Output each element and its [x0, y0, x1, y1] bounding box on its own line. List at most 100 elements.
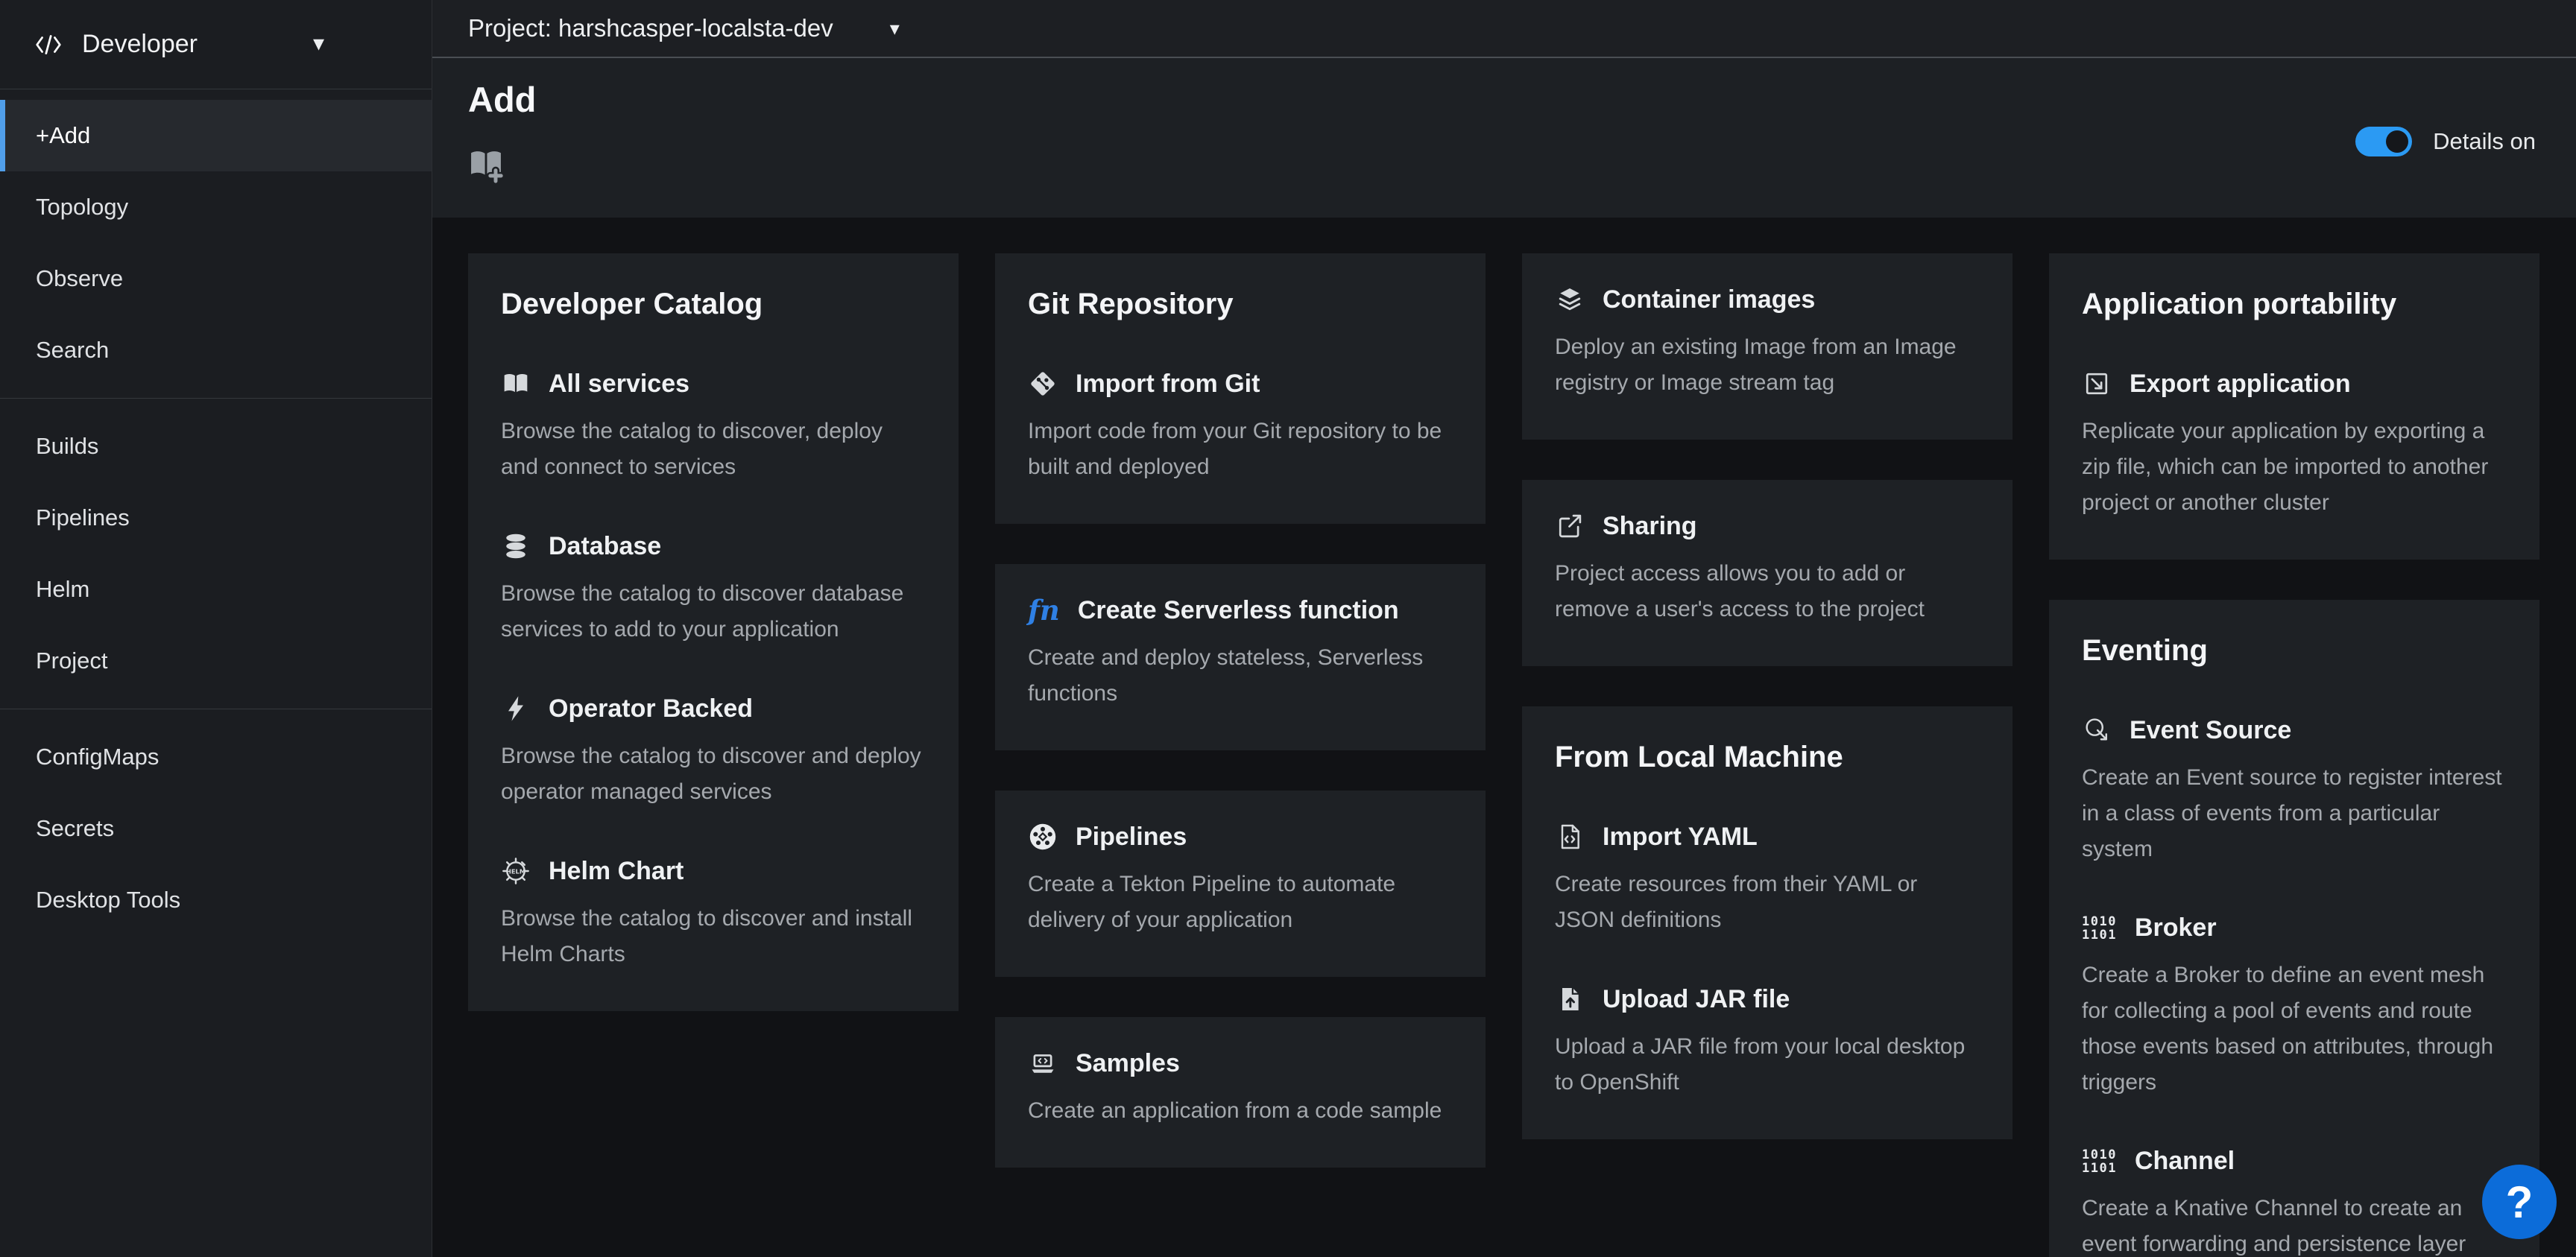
- bolt-icon: [501, 694, 531, 724]
- item-import-yaml[interactable]: Import YAML Create resources from their …: [1555, 822, 1980, 938]
- item-database[interactable]: Database Browse the catalog to discover …: [501, 531, 926, 648]
- book-open-icon: [501, 369, 531, 399]
- page-title: Add: [468, 79, 536, 120]
- project-selector-label: Project: harshcasper-localsta-dev: [468, 14, 833, 42]
- item-description: Create a Knative Channel to create an ev…: [2082, 1191, 2507, 1257]
- card-column: Application portability Export applicati…: [2049, 253, 2539, 1257]
- database-icon: [501, 531, 531, 561]
- item-title: Channel: [2135, 1147, 2235, 1176]
- card-developer-catalog: Developer Catalog All services Browse th…: [468, 253, 959, 1011]
- event-source-icon: [2082, 715, 2112, 745]
- item-create-serverless-function[interactable]: fn Create Serverless function Create and…: [1028, 595, 1453, 712]
- item-broker[interactable]: 10101101 Broker Create a Broker to defin…: [2082, 914, 2507, 1101]
- item-title: Event Source: [2130, 716, 2291, 745]
- binary-icon: 10101101: [2082, 1148, 2117, 1175]
- card-pipelines: Pipelines Create a Tekton Pipeline to au…: [995, 791, 1486, 977]
- sidebar-item-topology[interactable]: Topology: [0, 171, 432, 243]
- card-from-local-machine: From Local Machine Import YAML: [1522, 706, 2012, 1139]
- sidebar-item-secrets[interactable]: Secrets: [0, 793, 432, 864]
- item-title: Import from Git: [1076, 370, 1260, 399]
- card-title: Git Repository: [1028, 288, 1453, 321]
- item-event-source[interactable]: Event Source Create an Event source to r…: [2082, 715, 2507, 867]
- sidebar-item-add[interactable]: +Add: [0, 100, 432, 171]
- details-toggle[interactable]: [2355, 127, 2412, 156]
- layers-icon: [1555, 285, 1585, 314]
- item-title: All services: [549, 370, 689, 399]
- item-description: Import code from your Git repository to …: [1028, 414, 1453, 485]
- details-toggle-label: Details on: [2433, 128, 2536, 155]
- item-operator-backed[interactable]: Operator Backed Browse the catalog to di…: [501, 694, 926, 810]
- item-pipelines[interactable]: Pipelines Create a Tekton Pipeline to au…: [1028, 822, 1453, 938]
- sidebar-item-search[interactable]: Search: [0, 314, 432, 386]
- file-code-icon: [1555, 822, 1585, 852]
- item-all-services[interactable]: All services Browse the catalog to disco…: [501, 369, 926, 485]
- sidebar: Developer ▾ +Add Topology Observe Search…: [0, 0, 432, 1257]
- card-column: Developer Catalog All services Browse th…: [468, 253, 959, 1051]
- project-selector[interactable]: Project: harshcasper-localsta-dev ▾: [468, 14, 900, 42]
- code-icon: [34, 31, 63, 59]
- perspective-label: Developer: [82, 30, 198, 59]
- item-title: Pipelines: [1076, 823, 1187, 852]
- item-description: Replicate your application by exporting …: [2082, 414, 2507, 521]
- item-description: Deploy an existing Image from an Image r…: [1555, 329, 1980, 401]
- item-helm-chart[interactable]: HELM Helm Chart Browse the catalog to di…: [501, 856, 926, 972]
- item-title: Import YAML: [1603, 823, 1758, 852]
- item-title: Sharing: [1603, 512, 1697, 541]
- item-samples[interactable]: Samples Create an application from a cod…: [1028, 1048, 1453, 1129]
- item-description: Upload a JAR file from your local deskto…: [1555, 1029, 1980, 1101]
- help-button[interactable]: ?: [2482, 1165, 2557, 1239]
- sidebar-item-desktop-tools[interactable]: Desktop Tools: [0, 864, 432, 936]
- sidebar-item-observe[interactable]: Observe: [0, 243, 432, 314]
- card-eventing: Eventing Event Source Create an Event so: [2049, 600, 2539, 1257]
- item-title: Samples: [1076, 1049, 1180, 1078]
- item-title: Create Serverless function: [1078, 596, 1399, 625]
- sidebar-item-builds[interactable]: Builds: [0, 411, 432, 482]
- item-upload-jar-file[interactable]: Upload JAR file Upload a JAR file from y…: [1555, 984, 1980, 1101]
- item-import-from-git[interactable]: Import from Git Import code from your Gi…: [1028, 369, 1453, 485]
- svg-text:HELM: HELM: [506, 867, 525, 875]
- item-sharing[interactable]: Sharing Project access allows you to add…: [1555, 511, 1980, 627]
- item-description: Create an Event source to register inter…: [2082, 760, 2507, 867]
- item-title: Container images: [1603, 285, 1815, 314]
- sidebar-item-configmaps[interactable]: ConfigMaps: [0, 721, 432, 793]
- card-title: Developer Catalog: [501, 288, 926, 321]
- card-serverless-function: fn Create Serverless function Create and…: [995, 564, 1486, 750]
- sidebar-item-helm[interactable]: Helm: [0, 554, 432, 625]
- card-title: Eventing: [2082, 634, 2507, 668]
- item-channel[interactable]: 10101101 Channel Create a Knative Channe…: [2082, 1147, 2507, 1257]
- card-column: Git Repository Import from Git Import co…: [995, 253, 1486, 1208]
- item-description: Browse the catalog to discover database …: [501, 576, 926, 648]
- masthead: Project: harshcasper-localsta-dev ▾: [432, 0, 2576, 58]
- toggle-knob: [2386, 130, 2408, 153]
- item-title: Helm Chart: [549, 857, 684, 886]
- nav-divider: [0, 398, 432, 399]
- sidebar-item-pipelines[interactable]: Pipelines: [0, 482, 432, 554]
- item-description: Browse the catalog to discover, deploy a…: [501, 414, 926, 485]
- export-icon: [2082, 369, 2112, 399]
- chevron-down-icon: ▾: [313, 31, 324, 57]
- item-description: Create and deploy stateless, Serverless …: [1028, 640, 1453, 712]
- tekton-icon: [1028, 822, 1058, 852]
- serverless-fn-icon: fn: [1028, 595, 1060, 625]
- book-plus-icon: [467, 145, 505, 183]
- item-description: Create a Tekton Pipeline to automate del…: [1028, 867, 1453, 938]
- item-title: Upload JAR file: [1603, 985, 1790, 1014]
- item-title: Operator Backed: [549, 694, 753, 724]
- git-icon: [1028, 369, 1058, 399]
- card-samples: Samples Create an application from a cod…: [995, 1017, 1486, 1168]
- quick-starts-link[interactable]: [467, 145, 505, 183]
- item-description: Create resources from their YAML or JSON…: [1555, 867, 1980, 938]
- perspective-switcher[interactable]: Developer ▾: [0, 0, 432, 89]
- item-export-application[interactable]: Export application Replicate your applic…: [2082, 369, 2507, 521]
- item-description: Browse the catalog to discover and deplo…: [501, 738, 926, 810]
- card-title: From Local Machine: [1555, 741, 1980, 774]
- item-container-images[interactable]: Container images Deploy an existing Imag…: [1555, 285, 1980, 401]
- laptop-code-icon: [1028, 1048, 1058, 1078]
- card-git-repository: Git Repository Import from Git Import co…: [995, 253, 1486, 524]
- page-header: Add Details on: [432, 58, 2576, 218]
- item-title: Broker: [2135, 914, 2217, 943]
- sidebar-item-project[interactable]: Project: [0, 625, 432, 697]
- item-title: Export application: [2130, 370, 2351, 399]
- card-application-portability: Application portability Export applicati…: [2049, 253, 2539, 560]
- item-title: Database: [549, 532, 661, 561]
